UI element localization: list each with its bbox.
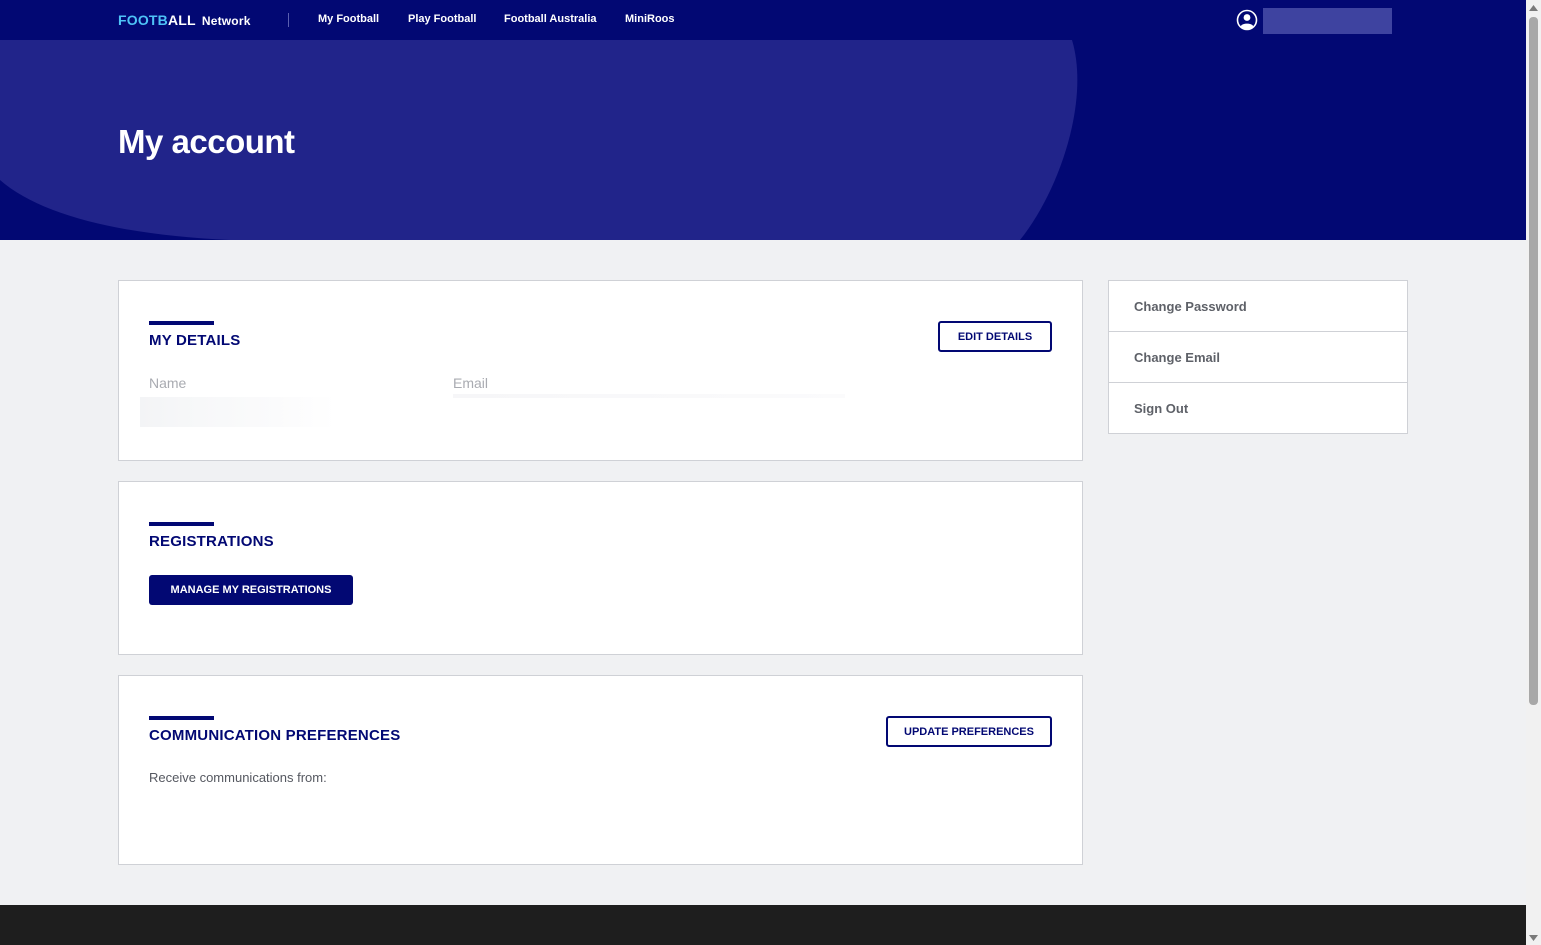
hero-banner: My account [0,40,1526,240]
email-label: Email [453,375,489,391]
scroll-down-arrow-icon[interactable] [1529,933,1538,942]
update-preferences-button[interactable]: UPDATE PREFERENCES [886,716,1052,747]
my-details-title: MY DETAILS [149,332,241,349]
nav-divider [288,13,289,27]
name-label: Name [149,375,187,391]
edit-details-button[interactable]: EDIT DETAILS [938,321,1052,352]
user-circle-icon[interactable] [1236,9,1258,31]
logo-text-network: Network [201,14,251,28]
page-title: My account [118,123,295,160]
nav-link-play-football[interactable]: Play Football [408,13,476,25]
side-item-change-password[interactable]: Change Password [1109,281,1407,332]
side-item-label: Sign Out [1134,401,1189,416]
communication-preferences-title: COMMUNICATION PREFERENCES [149,727,401,744]
my-details-card: MY DETAILS EDIT DETAILS Name Email [118,280,1083,461]
section-accent-bar [149,321,214,325]
logo-text-football: FOOTB [118,12,168,28]
account-side-menu: Change Password Change Email Sign Out [1108,280,1408,434]
section-accent-bar [149,522,214,526]
side-item-label: Change Password [1134,299,1247,314]
vertical-scrollbar[interactable] [1526,0,1541,945]
logo-text-all: ALL [168,12,196,28]
side-item-label: Change Email [1134,350,1220,365]
user-name-redacted[interactable] [1263,8,1392,34]
email-value-redacted [453,394,845,398]
name-value-redacted [140,397,336,427]
top-navigation: FOOTBALL Network My Football Play Footbal… [0,0,1526,40]
registrations-card: REGISTRATIONS MANAGE MY REGISTRATIONS [118,481,1083,655]
nav-link-football-australia[interactable]: Football Australia [504,13,597,25]
receive-communications-text: Receive communications from: [149,770,327,785]
football-network-logo[interactable]: FOOTBALL Network [118,12,251,28]
communication-preferences-card: COMMUNICATION PREFERENCES UPDATE PREFERE… [118,675,1083,865]
manage-registrations-button[interactable]: MANAGE MY REGISTRATIONS [149,575,353,605]
nav-link-miniroos[interactable]: MiniRoos [625,13,675,25]
side-item-change-email[interactable]: Change Email [1109,332,1407,383]
page-footer [0,905,1526,945]
scroll-up-arrow-icon[interactable] [1529,3,1538,12]
registrations-title: REGISTRATIONS [149,533,274,550]
section-accent-bar [149,716,214,720]
nav-link-my-football[interactable]: My Football [318,13,379,25]
scrollbar-thumb[interactable] [1529,17,1538,705]
side-item-sign-out[interactable]: Sign Out [1109,383,1407,434]
